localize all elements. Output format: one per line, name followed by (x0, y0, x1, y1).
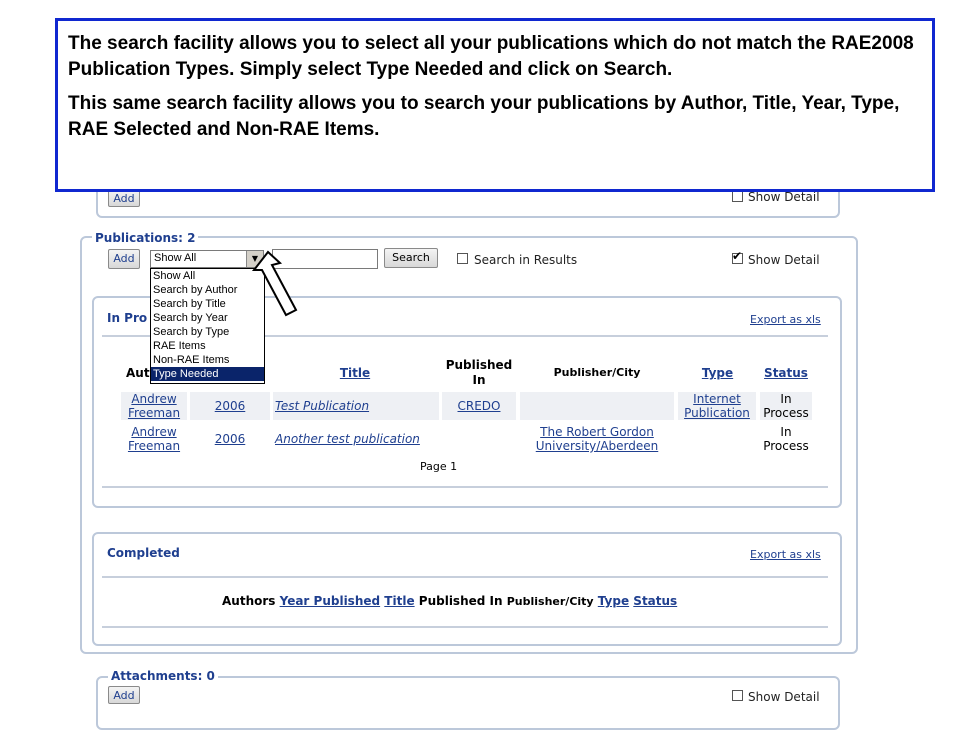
instruction-paragraph-1: The search facility allows you to select… (68, 33, 914, 80)
completed-col-authors: Authors (222, 594, 276, 608)
col-header-publisher-city: Publisher/City (553, 366, 641, 379)
dropdown-option-type-needed[interactable]: Type Needed (151, 367, 264, 381)
completed-bottom-rule (102, 626, 828, 628)
attachments-show-detail-checkbox[interactable] (732, 690, 743, 701)
row1-published-in[interactable]: CREDO (442, 392, 516, 420)
in-process-bottom-rule (102, 486, 828, 488)
completed-col-year[interactable]: Year Published (280, 594, 381, 608)
attachments-add-button[interactable]: Add (108, 686, 140, 704)
col-header-title[interactable]: Title (330, 366, 380, 380)
completed-panel (92, 532, 842, 646)
completed-export-link[interactable]: Export as xls (750, 548, 821, 561)
row1-title[interactable]: Test Publication (273, 392, 439, 420)
pointer-arrow-icon (251, 250, 298, 317)
publications-add-button[interactable]: Add (108, 249, 140, 269)
row2-publisher[interactable]: The Robert Gordon University/Aberdeen (526, 425, 668, 453)
row2-author[interactable]: Andrew Freeman (121, 425, 187, 453)
in-process-export-link[interactable]: Export as xls (750, 313, 821, 326)
completed-heading: Completed (107, 546, 180, 560)
row1-year[interactable]: 2006 (190, 392, 270, 420)
completed-col-published-in: Published In (418, 594, 503, 608)
completed-header-row: Authors Year Published Title Published I… (222, 594, 677, 608)
dropdown-option-non-rae-items[interactable]: Non-RAE Items (151, 353, 264, 367)
show-detail-label: Show Detail (748, 253, 820, 267)
search-in-results-checkbox[interactable] (457, 253, 468, 264)
search-type-select-value: Show All (154, 252, 197, 264)
row2-status: In Process (763, 425, 809, 453)
completed-col-status[interactable]: Status (633, 594, 677, 608)
row1-author[interactable]: Andrew Freeman (121, 392, 187, 420)
top-show-detail-label: Show Detail (748, 190, 820, 204)
in-process-heading: In Pro (107, 311, 148, 325)
search-in-results-label: Search in Results (474, 253, 578, 267)
completed-col-type[interactable]: Type (598, 594, 629, 608)
in-process-page-indicator: Page 1 (420, 460, 458, 473)
completed-col-title[interactable]: Title (384, 594, 414, 608)
row2-title[interactable]: Another test publication (273, 425, 439, 453)
completed-col-publisher-city: Publisher/City (506, 595, 594, 608)
dropdown-option-rae-items[interactable]: RAE Items (151, 339, 264, 353)
show-detail-checkbox[interactable] (732, 249, 743, 264)
instruction-note: The search facility allows you to select… (55, 18, 935, 192)
search-button[interactable]: Search (384, 248, 438, 268)
col-header-status[interactable]: Status (760, 366, 812, 380)
row2-year[interactable]: 2006 (190, 425, 270, 453)
attachments-legend: Attachments: 0 (108, 669, 218, 683)
attachments-show-detail-label: Show Detail (748, 690, 820, 704)
row1-publisher (520, 392, 674, 420)
publications-legend: Publications: 2 (92, 231, 199, 245)
instruction-paragraph-2: This same search facility allows you to … (68, 93, 900, 140)
completed-divider (102, 576, 828, 578)
col-header-type[interactable]: Type (690, 366, 745, 380)
attachments-panel (96, 676, 840, 730)
row1-status: In Process (760, 392, 812, 420)
top-show-detail-checkbox[interactable] (732, 191, 743, 202)
col-header-published-in: Published In (445, 358, 513, 387)
row1-type[interactable]: Internet Publication (678, 392, 756, 420)
